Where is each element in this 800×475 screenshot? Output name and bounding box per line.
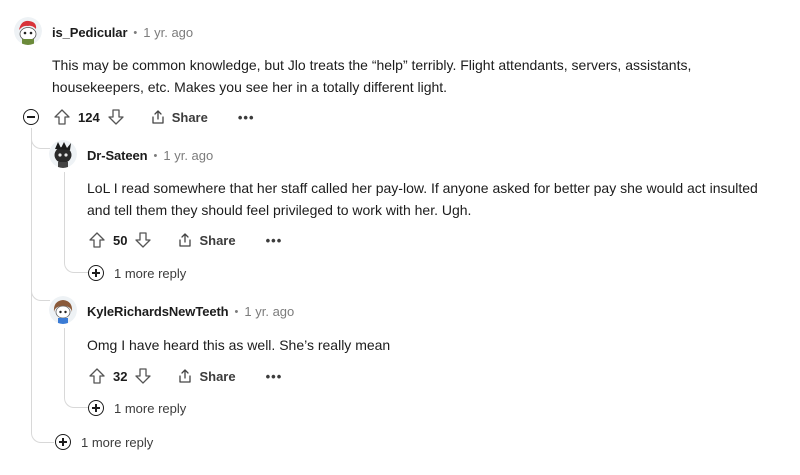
thread-connector	[64, 250, 88, 273]
vote-count: 50	[113, 232, 128, 248]
share-icon	[179, 233, 192, 247]
more-replies-label: 1 more reply	[81, 434, 154, 450]
timestamp[interactable]: 1 yr. ago	[244, 304, 294, 319]
comment-body: LoL I read somewhere that her staff call…	[87, 177, 758, 221]
avatar[interactable]	[49, 140, 77, 168]
expand-icon	[55, 434, 71, 450]
thread-connector	[31, 128, 50, 149]
share-button[interactable]: Share	[177, 368, 236, 384]
separator-dot: •	[133, 26, 138, 39]
timestamp[interactable]: 1 yr. ago	[143, 25, 193, 40]
share-button[interactable]: Share	[177, 232, 236, 248]
snoo-brown-hair-avatar-icon	[49, 296, 77, 324]
share-label: Share	[199, 232, 236, 248]
vote-count: 32	[113, 368, 128, 384]
more-replies-label: 1 more reply	[114, 265, 187, 281]
comment-line: Omg I have heard this as well. She’s rea…	[87, 337, 391, 353]
thread-connector	[64, 385, 88, 408]
more-replies-link[interactable]: 1 more reply	[55, 434, 153, 450]
timestamp[interactable]: 1 yr. ago	[163, 148, 213, 163]
thread-connector	[31, 280, 50, 301]
comment-line: LoL I read somewhere that her staff call…	[87, 180, 758, 196]
separator-dot: •	[234, 305, 239, 318]
collapse-thread-button[interactable]	[23, 109, 39, 125]
thread-connector	[31, 425, 54, 443]
comment-line: and tell them they should feel privilege…	[87, 202, 472, 218]
share-label: Share	[171, 109, 208, 125]
separator-dot: •	[153, 149, 158, 162]
more-replies-link[interactable]: 1 more reply	[88, 265, 186, 281]
comment-actions: 32 Share •••	[87, 365, 282, 387]
avatar[interactable]	[49, 296, 77, 324]
comment-body: This may be common knowledge, but Jlo tr…	[52, 54, 691, 98]
more-replies-label: 1 more reply	[114, 400, 187, 416]
upvote-icon[interactable]	[87, 366, 107, 386]
more-options-button[interactable]: •••	[266, 233, 283, 248]
comment-meta: Dr-Sateen • 1 yr. ago	[87, 148, 213, 163]
comment-body: Omg I have heard this as well. She’s rea…	[87, 334, 390, 356]
vote-count: 124	[78, 109, 100, 125]
comment-meta: is_Pedicular • 1 yr. ago	[52, 25, 193, 40]
share-icon	[179, 369, 192, 383]
downvote-icon[interactable]	[133, 366, 153, 386]
author-name[interactable]: is_Pedicular	[52, 25, 128, 40]
snoo-red-hair-avatar-icon	[14, 17, 42, 45]
snoo-dark-avatar-icon	[49, 140, 77, 168]
share-icon	[152, 110, 164, 124]
avatar[interactable]	[14, 17, 42, 45]
thread-line-reply-1[interactable]	[64, 172, 65, 262]
comment-line: housekeepers, etc. Makes you see her in …	[52, 79, 448, 95]
author-name[interactable]: KyleRichardsNewTeeth	[87, 304, 229, 319]
author-name[interactable]: Dr-Sateen	[87, 148, 148, 163]
more-replies-link[interactable]: 1 more reply	[88, 400, 186, 416]
share-button[interactable]: Share	[150, 109, 208, 125]
more-options-button[interactable]: •••	[238, 110, 255, 125]
upvote-icon[interactable]	[52, 107, 72, 127]
expand-icon	[88, 265, 104, 281]
downvote-icon[interactable]	[133, 230, 153, 250]
comment-line: This may be common knowledge, but Jlo tr…	[52, 57, 692, 73]
comment-actions: 124 Share •••	[52, 106, 255, 128]
comment-actions: 50 Share •••	[87, 229, 282, 251]
expand-icon	[88, 400, 104, 416]
share-label: Share	[199, 368, 236, 384]
more-options-button[interactable]: •••	[266, 369, 283, 384]
upvote-icon[interactable]	[87, 230, 107, 250]
comment-meta: KyleRichardsNewTeeth • 1 yr. ago	[87, 304, 294, 319]
downvote-icon[interactable]	[106, 107, 126, 127]
